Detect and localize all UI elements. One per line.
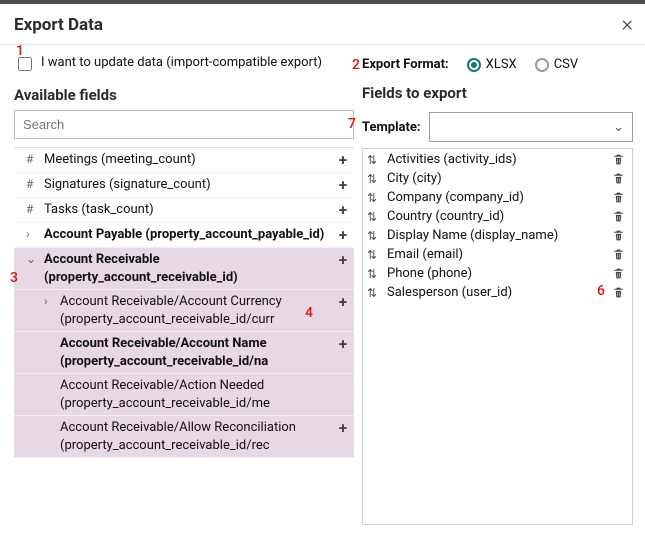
tree-item-label: Account Receivable/Account Currency (pro… xyxy=(60,293,330,328)
tree-item[interactable]: ›Account Receivable/Account Currency (pr… xyxy=(14,290,354,332)
format-csv[interactable]: CSV xyxy=(535,57,578,72)
template-select[interactable]: ⌄ xyxy=(429,112,633,142)
add-field-icon[interactable]: + xyxy=(334,335,352,353)
radio-icon xyxy=(467,58,481,72)
export-row[interactable]: ⇅ Email (email) xyxy=(365,245,630,264)
chevron-down-icon: ⌄ xyxy=(613,120,624,135)
drag-handle-icon[interactable]: ⇅ xyxy=(367,173,381,185)
drag-handle-icon[interactable]: ⇅ xyxy=(367,287,381,299)
template-label: Template: xyxy=(362,120,421,135)
trash-icon[interactable] xyxy=(612,172,628,185)
export-row[interactable]: ⇅ Salesperson (user_id) xyxy=(365,283,630,302)
type-icon: # xyxy=(26,201,40,217)
type-icon: # xyxy=(26,176,40,192)
trash-icon[interactable] xyxy=(612,153,628,166)
drag-handle-icon[interactable]: ⇅ xyxy=(367,230,381,242)
tree-item-label: Account Receivable/Account Name (propert… xyxy=(60,335,330,370)
tree-item-label: Tasks (task_count) xyxy=(44,201,330,219)
export-row-label: Salesperson (user_id) xyxy=(387,285,606,300)
tree-item[interactable]: ·Account Receivable/Account Name (proper… xyxy=(14,332,354,374)
search-input[interactable] xyxy=(14,110,354,139)
tree-item[interactable]: ·Account Receivable/Allow Reconciliation… xyxy=(14,416,354,458)
expand-icon[interactable]: › xyxy=(26,226,40,242)
export-row[interactable]: ⇅ Company (company_id) xyxy=(365,188,630,207)
export-row[interactable]: ⇅ Phone (phone) xyxy=(365,264,630,283)
radio-icon xyxy=(535,58,549,72)
add-field-icon[interactable]: + xyxy=(334,151,352,169)
update-data-checkbox-row[interactable]: 1 I want to update data (import-compatib… xyxy=(14,55,354,74)
export-row-label: Activities (activity_ids) xyxy=(387,152,606,167)
export-row-label: Country (country_id) xyxy=(387,209,606,224)
add-field-icon[interactable]: + xyxy=(334,201,352,219)
fields-to-export-title: Fields to export xyxy=(362,84,633,102)
export-row[interactable]: ⇅ Display Name (display_name) xyxy=(365,226,630,245)
add-field-icon[interactable]: + xyxy=(334,293,352,311)
drag-handle-icon[interactable]: ⇅ xyxy=(367,211,381,223)
export-row-label: Company (company_id) xyxy=(387,190,606,205)
available-fields-title: Available fields xyxy=(14,86,354,104)
export-row[interactable]: ⇅ Country (country_id) xyxy=(365,207,630,226)
export-format-label: Export Format: xyxy=(362,57,449,72)
trash-icon[interactable] xyxy=(612,267,628,280)
drag-handle-icon[interactable]: ⇅ xyxy=(367,154,381,166)
drag-handle-icon[interactable]: ⇅ xyxy=(367,268,381,280)
trash-icon[interactable] xyxy=(612,229,628,242)
trash-icon[interactable] xyxy=(612,248,628,261)
tree-item[interactable]: ⌄Account Receivable (property_account_re… xyxy=(14,248,354,290)
dialog-title: Export Data xyxy=(14,15,103,35)
tree-item[interactable]: #Meetings (meeting_count)+ xyxy=(14,148,354,173)
update-data-label: I want to update data (import-compatible… xyxy=(41,55,322,70)
tree-item-label: Account Receivable (property_account_rec… xyxy=(44,251,330,286)
type-icon: # xyxy=(26,151,40,167)
trash-icon[interactable] xyxy=(612,191,628,204)
tree-item[interactable]: #Tasks (task_count)+ xyxy=(14,198,354,223)
available-fields-tree[interactable]: #Meetings (meeting_count)+#Signatures (s… xyxy=(14,147,354,525)
add-field-icon[interactable]: + xyxy=(334,251,352,269)
expand-icon[interactable]: › xyxy=(44,293,56,309)
export-row-label: Phone (phone) xyxy=(387,266,606,281)
close-icon[interactable]: × xyxy=(621,14,633,36)
tree-item[interactable]: ·Account Receivable/Action Needed (prope… xyxy=(14,374,354,416)
drag-handle-icon[interactable]: ⇅ xyxy=(367,192,381,204)
tree-item[interactable]: #Signatures (signature_count)+ xyxy=(14,173,354,198)
export-row-label: City (city) xyxy=(387,171,606,186)
export-row-label: Email (email) xyxy=(387,247,606,262)
tree-item-label: Meetings (meeting_count) xyxy=(44,151,330,169)
expand-icon[interactable]: ⌄ xyxy=(26,251,40,267)
export-row-label: Display Name (display_name) xyxy=(387,228,606,243)
tree-item-label: Account Receivable/Allow Reconciliation … xyxy=(60,419,330,454)
tree-item-label: Account Payable (property_account_payabl… xyxy=(44,226,330,244)
export-row[interactable]: ⇅ Activities (activity_ids) xyxy=(365,150,630,169)
trash-icon[interactable] xyxy=(612,286,628,299)
add-field-icon[interactable]: + xyxy=(334,226,352,244)
fields-to-export-list: 5 6 ⇅Activities (activity_ids)⇅City (cit… xyxy=(362,148,633,525)
trash-icon[interactable] xyxy=(612,210,628,223)
format-xlsx[interactable]: XLSX xyxy=(467,57,517,72)
tree-item-label: Account Receivable/Action Needed (proper… xyxy=(60,377,330,412)
drag-handle-icon[interactable]: ⇅ xyxy=(367,249,381,261)
export-dialog: Export Data × 1 I want to update data (i… xyxy=(0,4,645,525)
update-data-checkbox[interactable] xyxy=(18,57,32,71)
tree-item[interactable]: ›Account Payable (property_account_payab… xyxy=(14,223,354,248)
tree-item-label: Signatures (signature_count) xyxy=(44,176,330,194)
export-row[interactable]: ⇅ City (city) xyxy=(365,169,630,188)
add-field-icon[interactable]: + xyxy=(334,419,352,437)
add-field-icon[interactable]: + xyxy=(334,176,352,194)
